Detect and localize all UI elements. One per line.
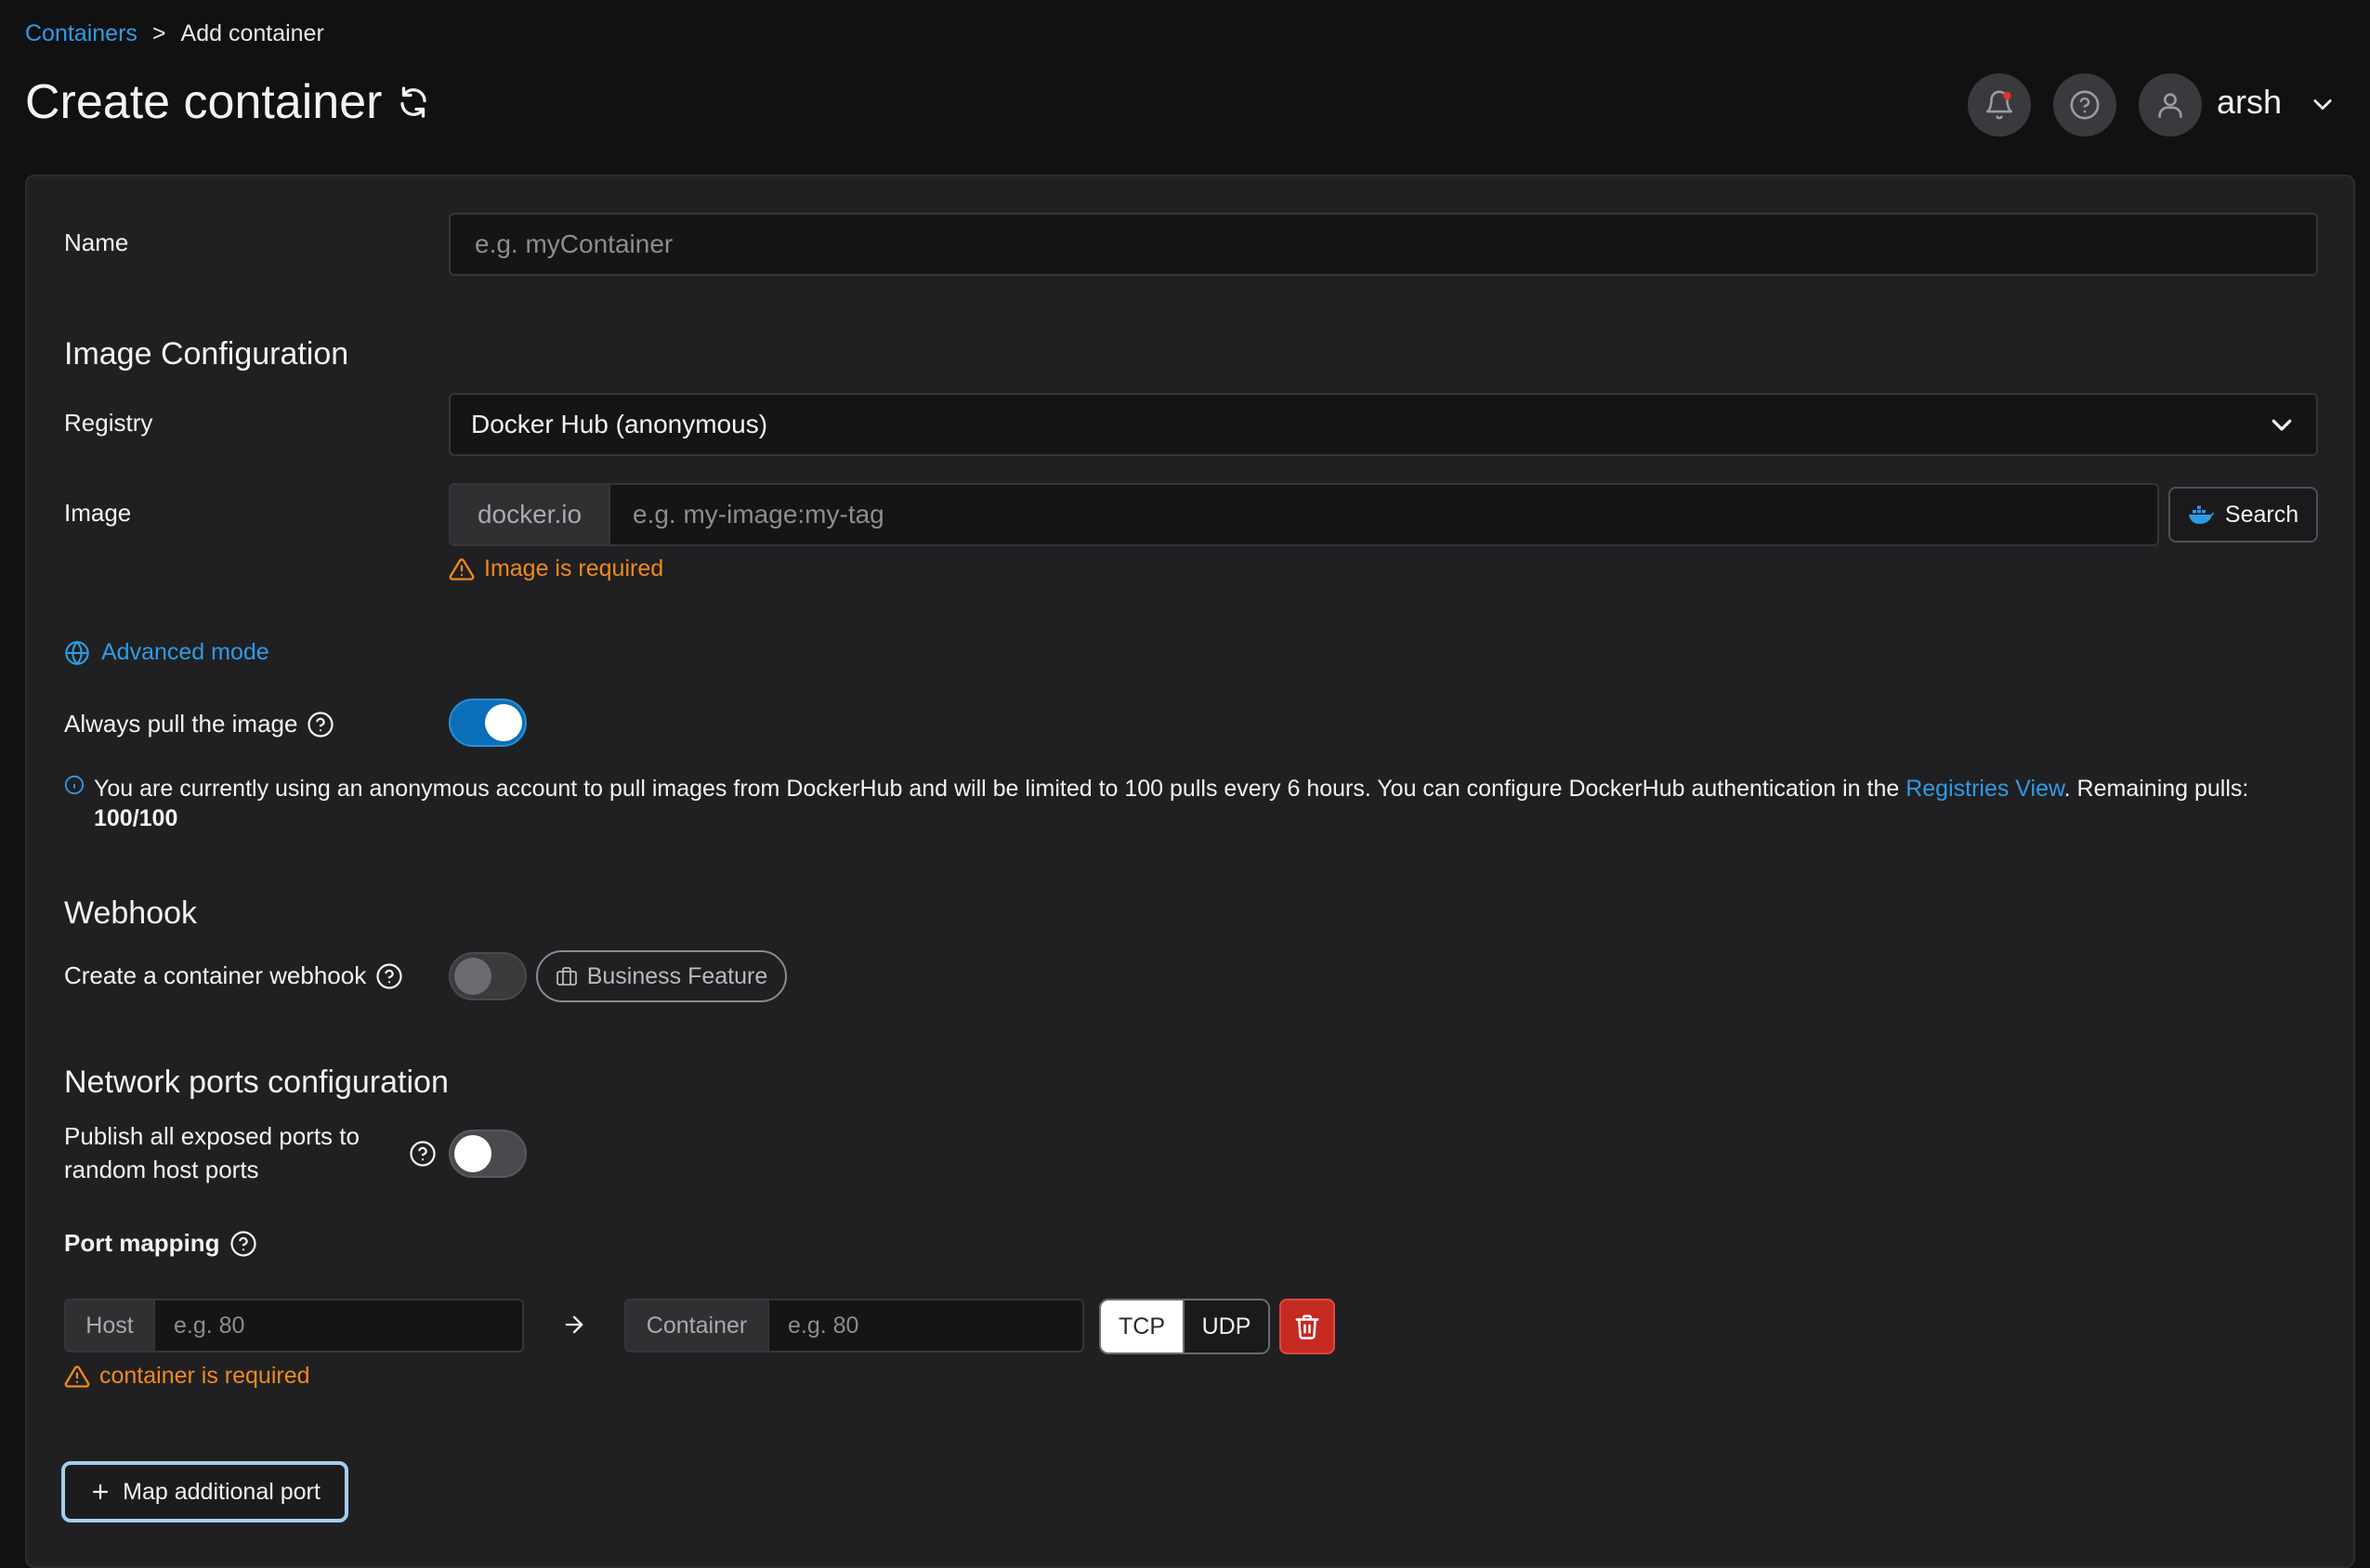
- avatar[interactable]: [2139, 73, 2202, 137]
- always-pull-row: Always pull the image: [64, 710, 334, 738]
- name-input[interactable]: e.g. myContainer: [449, 213, 2318, 276]
- refresh-icon[interactable]: [397, 85, 430, 119]
- help-button[interactable]: [2053, 73, 2116, 137]
- map-additional-port-label: Map additional port: [123, 1478, 321, 1505]
- arrow-right-icon: [561, 1312, 587, 1338]
- remaining-pulls-count: 100/100: [94, 805, 178, 831]
- host-addon-text: Host: [85, 1312, 134, 1339]
- registry-value: Docker Hub (anonymous): [471, 410, 768, 438]
- network-ports-title: Network ports configuration: [64, 1065, 449, 1100]
- help-icon[interactable]: [409, 1140, 437, 1168]
- toggle-knob: [454, 1135, 491, 1172]
- plus-icon: [89, 1481, 111, 1503]
- name-placeholder: e.g. myContainer: [475, 229, 674, 258]
- container-addon: Container: [624, 1299, 769, 1352]
- help-icon[interactable]: [229, 1230, 257, 1258]
- port-mapping-row: Port mapping: [64, 1229, 257, 1258]
- page-title-row: Create container: [25, 74, 430, 130]
- port-mapping-label: Port mapping: [64, 1229, 220, 1257]
- container-port-input[interactable]: e.g. 80: [767, 1299, 1084, 1352]
- image-label: Image: [64, 499, 132, 527]
- image-registry-prefix: docker.io: [449, 483, 610, 546]
- notifications-button[interactable]: [1968, 73, 2031, 137]
- chevron-down-icon[interactable]: [2310, 91, 2336, 117]
- host-addon: Host: [64, 1299, 155, 1352]
- webhook-title: Webhook: [64, 895, 198, 931]
- webhook-row: Create a container webhook: [64, 961, 403, 990]
- business-feature-text: Business Feature: [586, 962, 768, 989]
- udp-label: UDP: [1201, 1313, 1251, 1339]
- toggle-knob: [485, 704, 522, 741]
- docker-icon: [2188, 504, 2214, 525]
- help-icon[interactable]: [375, 962, 403, 990]
- user-icon: [2154, 89, 2186, 121]
- host-port-placeholder: e.g. 80: [174, 1312, 245, 1339]
- delete-port-button[interactable]: [1279, 1299, 1335, 1354]
- warning-icon: [64, 1364, 90, 1390]
- page-title: Create container: [25, 75, 383, 129]
- udp-option[interactable]: UDP: [1183, 1300, 1268, 1352]
- container-port-placeholder: e.g. 80: [788, 1312, 859, 1339]
- warning-icon: [449, 556, 475, 582]
- container-error-text: container is required: [99, 1363, 310, 1389]
- info-text: You are currently using an anonymous acc…: [94, 776, 1900, 802]
- advanced-mode-text: Advanced mode: [101, 639, 269, 665]
- business-feature-badge[interactable]: Business Feature: [536, 950, 787, 1002]
- map-additional-port-button[interactable]: Map additional port: [61, 1461, 348, 1522]
- tcp-option[interactable]: TCP: [1101, 1300, 1183, 1352]
- user-name[interactable]: arsh: [2217, 83, 2282, 122]
- host-port-input[interactable]: e.g. 80: [153, 1299, 524, 1352]
- registries-view-link[interactable]: Registries View: [1905, 776, 2063, 802]
- help-circle-icon: [2069, 89, 2101, 121]
- globe-icon: [64, 640, 90, 666]
- image-error: Image is required: [449, 555, 663, 582]
- image-input[interactable]: e.g. my-image:my-tag: [609, 483, 2159, 546]
- briefcase-icon: [556, 965, 578, 987]
- registry-select[interactable]: Docker Hub (anonymous): [449, 393, 2318, 456]
- trash-icon: [1293, 1313, 1321, 1340]
- breadcrumb-separator: >: [151, 20, 166, 46]
- webhook-label: Create a container webhook: [64, 961, 367, 989]
- breadcrumb: Containers > Add container: [25, 20, 324, 47]
- container-error: container is required: [64, 1363, 310, 1390]
- breadcrumb-containers-link[interactable]: Containers: [25, 20, 137, 47]
- publish-ports-label: Publish all exposed ports to random host…: [64, 1122, 360, 1183]
- search-button-label: Search: [2224, 501, 2299, 528]
- advanced-mode-link[interactable]: Advanced mode: [64, 639, 269, 666]
- image-config-title: Image Configuration: [64, 336, 349, 372]
- name-label: Name: [64, 229, 129, 256]
- registry-label: Registry: [64, 409, 153, 437]
- webhook-toggle[interactable]: [449, 952, 527, 1000]
- toggle-knob: [454, 958, 491, 995]
- breadcrumb-current: Add container: [180, 20, 324, 46]
- container-addon-text: Container: [646, 1312, 748, 1339]
- anonymous-info-text: You are currently using an anonymous acc…: [94, 774, 2342, 833]
- image-prefix-text: docker.io: [477, 500, 583, 529]
- form-panel: [25, 175, 2355, 1568]
- always-pull-label: Always pull the image: [64, 710, 298, 738]
- publish-ports-toggle[interactable]: [449, 1130, 527, 1178]
- bell-icon: [1984, 89, 2015, 121]
- search-image-button[interactable]: Search: [2168, 487, 2318, 542]
- info-remaining: . Remaining pulls:: [2063, 776, 2249, 802]
- chevron-down-icon: [2268, 411, 2296, 438]
- protocol-selector: TCP UDP: [1099, 1299, 1270, 1354]
- always-pull-toggle[interactable]: [449, 699, 527, 747]
- help-icon[interactable]: [307, 711, 334, 738]
- image-error-text: Image is required: [484, 555, 664, 581]
- info-icon: [64, 775, 85, 795]
- tcp-label: TCP: [1119, 1313, 1165, 1339]
- image-placeholder: e.g. my-image:my-tag: [633, 500, 884, 529]
